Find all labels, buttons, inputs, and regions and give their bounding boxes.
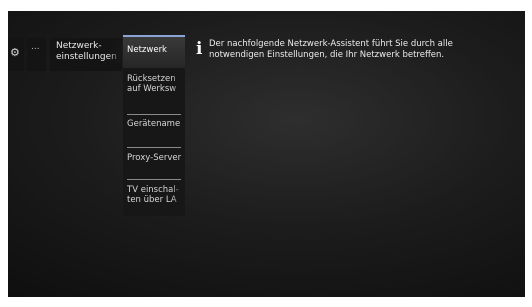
submenu-item-device-name[interactable]: Gerätename [123, 119, 185, 133]
submenu-item-network[interactable]: Netzwerk [123, 35, 185, 68]
tv-screen: ⚙ ... Netzwerk- einstellungen Netzwerk R… [8, 11, 525, 297]
gear-icon: ⚙ [10, 46, 20, 59]
info-icon: i [196, 39, 203, 59]
network-settings-label: Netzwerk- einstellungen [56, 41, 122, 63]
submenu-item-tv-wake-on-lan[interactable]: TV einschal- ten über LA [123, 185, 185, 209]
settings-menu-tab[interactable]: ⚙ [8, 38, 24, 71]
info-text: Der nachfolgende Netzwerk-Assistent führ… [209, 39, 453, 60]
divider [127, 179, 181, 180]
divider [127, 114, 181, 115]
ellipsis-icon: ... [31, 42, 40, 52]
submenu-item-proxy-server[interactable]: Proxy-Server [123, 153, 185, 167]
network-submenu: Netzwerk Rücksetzen auf Werksw Gerätenam… [123, 35, 185, 216]
divider [127, 147, 181, 148]
submenu-item-factory-reset[interactable]: Rücksetzen auf Werksw [123, 74, 185, 104]
network-settings-tab[interactable]: Netzwerk- einstellungen [50, 38, 122, 71]
more-menu-tab[interactable]: ... [27, 38, 46, 71]
